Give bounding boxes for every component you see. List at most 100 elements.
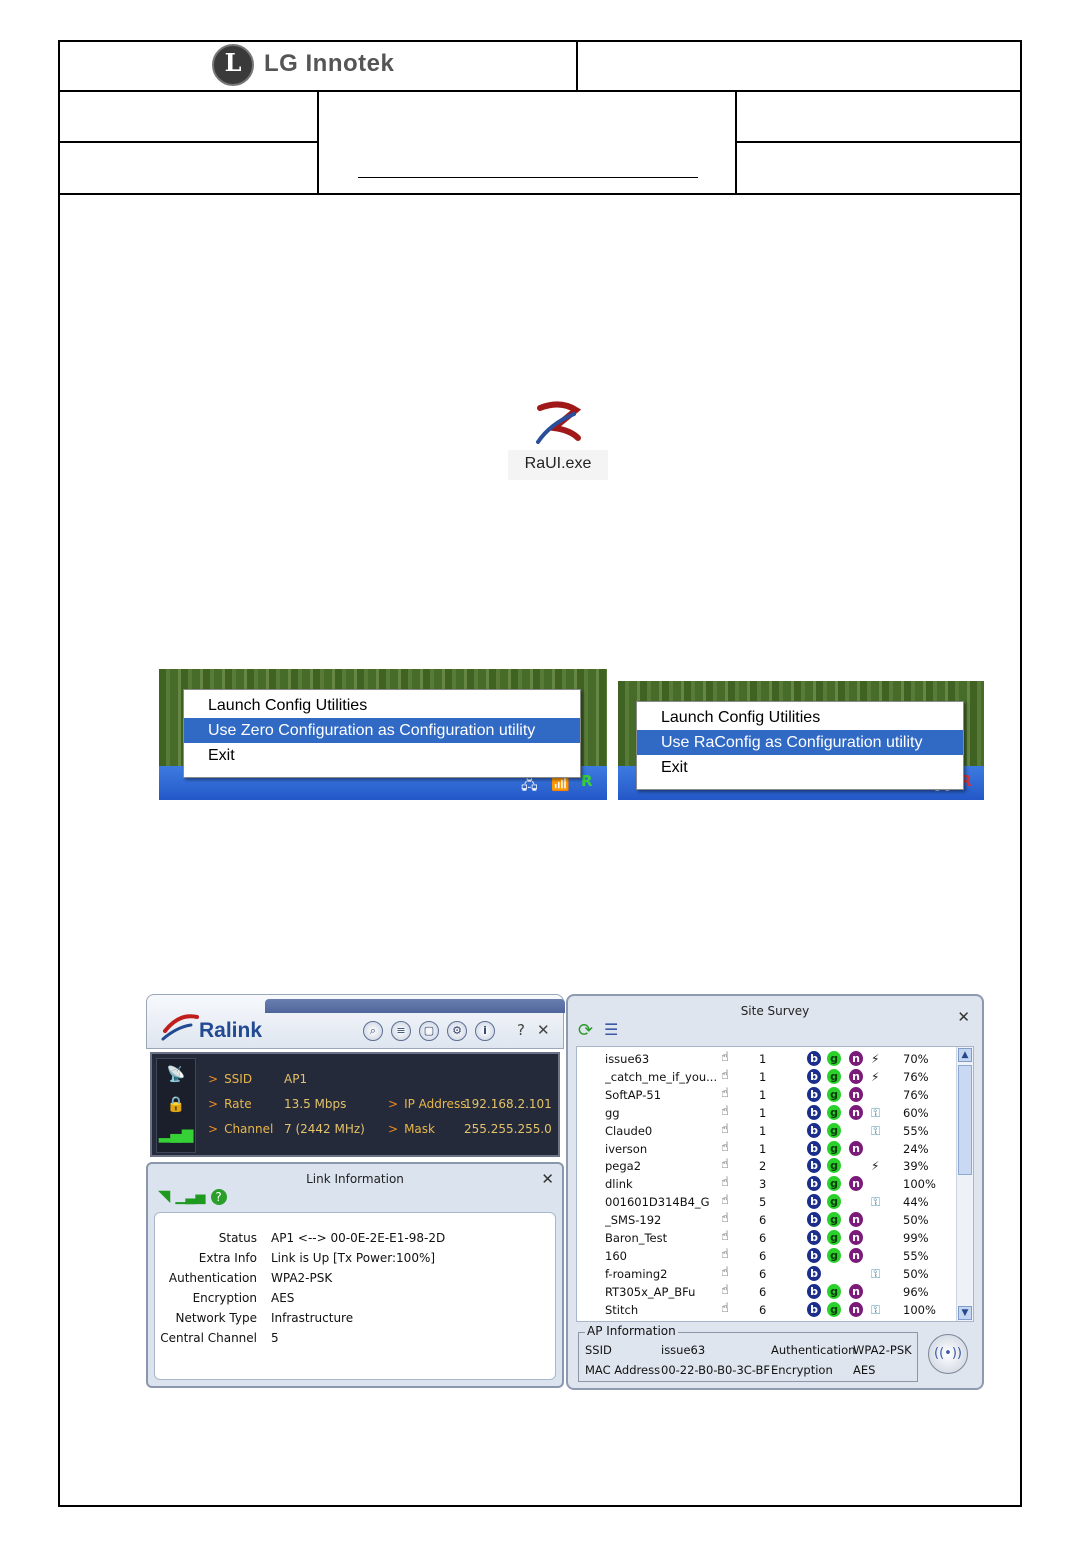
network-type-icon: ☝ (721, 1175, 729, 1191)
menu-item-exit[interactable]: Exit (184, 743, 580, 768)
profile-icon[interactable]: ▢ (419, 1021, 439, 1041)
network-row[interactable]: SoftAP-51 ☝ 1 b g n 76% (577, 1086, 957, 1105)
network-signal: 99% (903, 1231, 929, 1245)
network-row[interactable]: _catch_me_if_you... ☝ 1 b g n ⚡ 76% (577, 1068, 957, 1087)
network-channel: 6 (759, 1248, 767, 1263)
mode-n-icon: n (849, 1247, 863, 1263)
network-ssid: f-roaming2 (605, 1266, 668, 1281)
network-channel: 6 (759, 1284, 767, 1299)
network-channel: 1 (759, 1123, 767, 1138)
rate-value: 13.5 Mbps (284, 1097, 347, 1111)
settings-icon[interactable]: ⚙ (447, 1021, 467, 1041)
mode-g-icon: g (827, 1194, 841, 1210)
menu-item-use-raconfig[interactable]: Use RaConfig as Configuration utility (637, 730, 963, 755)
antenna-icon: 📡 (166, 1065, 186, 1083)
network-channel: 6 (759, 1231, 767, 1245)
ap-information-group: AP Information SSID issue63 Authenticati… (578, 1324, 918, 1382)
mode-g-icon: g (827, 1086, 841, 1102)
info-icon[interactable]: i (475, 1021, 495, 1041)
network-signal: 55% (903, 1248, 929, 1263)
network-row[interactable]: Baron_Test ☝ 6 b g n 99% (577, 1229, 957, 1248)
menu-item-exit[interactable]: Exit (637, 755, 963, 780)
network-row[interactable]: gg ☝ 1 b g n ⚿ 60% (577, 1104, 957, 1123)
ralink-title-bar: Ralink ⌕ ≡ ▢ ⚙ i ? ✕ (146, 994, 565, 1049)
search-icon[interactable]: ⌕ (363, 1021, 383, 1041)
ap-mac-value: 00-22-B0-B0-3C-BF (661, 1363, 771, 1377)
ssid-value: AP1 (284, 1072, 308, 1086)
network-type-icon: ☝ (721, 1211, 729, 1227)
network-row[interactable]: _SMS-192 ☝ 6 b g n 50% (577, 1211, 957, 1230)
network-row[interactable]: Stitch ☝ 6 b g n ⚿ 100% (577, 1300, 957, 1320)
signal-strength-icon: ▂▄▆ (158, 1125, 194, 1143)
help-button[interactable]: ? (517, 1021, 525, 1039)
network-channel: 1 (759, 1141, 767, 1156)
mode-g-icon: g (827, 1230, 841, 1245)
header-rule-2 (58, 193, 1022, 195)
mode-g-icon: g (827, 1068, 841, 1084)
network-row[interactable]: 160 ☝ 6 b g n 55% (577, 1247, 957, 1266)
status-value: AP1 <--> 00-0E-2E-E1-98-2D (271, 1231, 446, 1245)
mode-n-icon: n (849, 1086, 863, 1102)
network-channel: 5 (759, 1195, 767, 1210)
mode-b-icon: b (807, 1086, 821, 1102)
help-icon[interactable]: ? (210, 1189, 227, 1205)
menu-item-launch-config[interactable]: Launch Config Utilities (637, 705, 963, 730)
menu-item-launch-config[interactable]: Launch Config Utilities (184, 693, 580, 718)
wifi-icon[interactable]: ◥ (158, 1186, 170, 1205)
connection-status-panel: 📡 🔒 ▂▄▆ > SSID AP1 > Rate 13.5 Mbps > Chann… (150, 1052, 560, 1157)
ap-encryption-value: AES (853, 1363, 876, 1377)
network-row[interactable]: issue63 ☝ 1 b g n ⚡ 70% (577, 1050, 957, 1069)
wps-icon: ⚡ (871, 1159, 880, 1174)
scroll-thumb[interactable] (958, 1065, 972, 1175)
site-survey-close-button[interactable]: ✕ (957, 1008, 970, 1026)
ralink-tray-icon[interactable]: R (581, 772, 593, 790)
network-ssid: _catch_me_if_you... (605, 1069, 718, 1084)
ap-ssid-label: SSID (585, 1343, 612, 1357)
scroll-up-icon[interactable]: ▲ (958, 1048, 972, 1062)
central-channel-value: 5 (271, 1331, 279, 1345)
list-icon[interactable]: ≡ (391, 1021, 411, 1041)
menu-item-use-zero-config[interactable]: Use Zero Configuration as Configuration … (184, 718, 580, 743)
network-signal: 76% (903, 1069, 929, 1084)
details-list-icon[interactable]: ☰ (604, 1020, 618, 1039)
refresh-icon[interactable]: ⟳ (578, 1020, 593, 1041)
network-row[interactable]: f-roaming2 ☝ 6 b ⚿ 50% (577, 1265, 957, 1284)
network-signal: 39% (903, 1159, 929, 1174)
network-row[interactable]: dlink ☝ 3 b g n 100% (577, 1175, 957, 1194)
scroll-down-icon[interactable]: ▼ (958, 1306, 972, 1320)
network-list-scrollbar[interactable]: ▲ ▼ (956, 1047, 973, 1321)
network-row[interactable]: pega2 ☝ 2 b g ⚡ 39% (577, 1157, 957, 1176)
network-row[interactable]: 001601D314B4_G ☝ 5 b g ⚿ 44% (577, 1193, 957, 1212)
link-info-toolbar: ◥ ▁▃▅ ? (158, 1186, 227, 1205)
network-type-label: Network Type (175, 1311, 257, 1325)
connect-button[interactable]: ((•)) (928, 1334, 968, 1374)
mode-g-icon: g (827, 1283, 841, 1299)
network-signal: 76% (903, 1087, 929, 1102)
network-row[interactable]: Claude0 ☝ 1 b g ⚿ 55% (577, 1122, 957, 1141)
raui-app-label[interactable]: RaUI.exe (508, 450, 608, 480)
network-channel: 1 (759, 1052, 767, 1066)
wps-icon: ⚡ (871, 1052, 880, 1066)
network-type-icon: ☝ (721, 1157, 729, 1173)
raui-app-icon[interactable] (530, 398, 586, 450)
close-button[interactable]: ✕ (537, 1021, 550, 1039)
network-signal: 50% (903, 1213, 929, 1228)
network-list[interactable]: issue63 ☝ 1 b g n ⚡ 70% _catch_me_if_you... ☝ 1 b g n… (576, 1046, 974, 1322)
mode-n-icon: n (849, 1301, 863, 1317)
network-row[interactable]: RT305x_AP_BFu ☝ 6 b g n 96% (577, 1282, 957, 1302)
network-channel: 6 (759, 1266, 767, 1281)
link-information-panel: Link Information ✕ ◥ ▁▃▅ ? Status AP1 <-… (146, 1162, 564, 1388)
rate-label: > Rate (208, 1097, 252, 1111)
link-info-close-button[interactable]: ✕ (541, 1170, 554, 1188)
network-row[interactable]: iverson ☝ 1 b g n 24% (577, 1139, 957, 1159)
network-type-icon: ☝ (721, 1300, 729, 1316)
signal-bars-icon[interactable]: ▁▃▅ (175, 1190, 205, 1205)
ap-information-legend: AP Information (585, 1324, 678, 1338)
central-channel-label: Central Channel (160, 1331, 257, 1345)
network-type-icon: ☝ (721, 1282, 729, 1298)
network-type-icon: ☝ (721, 1193, 729, 1209)
network-channel: 6 (759, 1302, 767, 1317)
link-information-details: Status AP1 <--> 00-0E-2E-E1-98-2D Extra … (154, 1212, 556, 1380)
network-type-icon: ☝ (721, 1139, 729, 1155)
mode-n-icon: n (849, 1212, 863, 1228)
